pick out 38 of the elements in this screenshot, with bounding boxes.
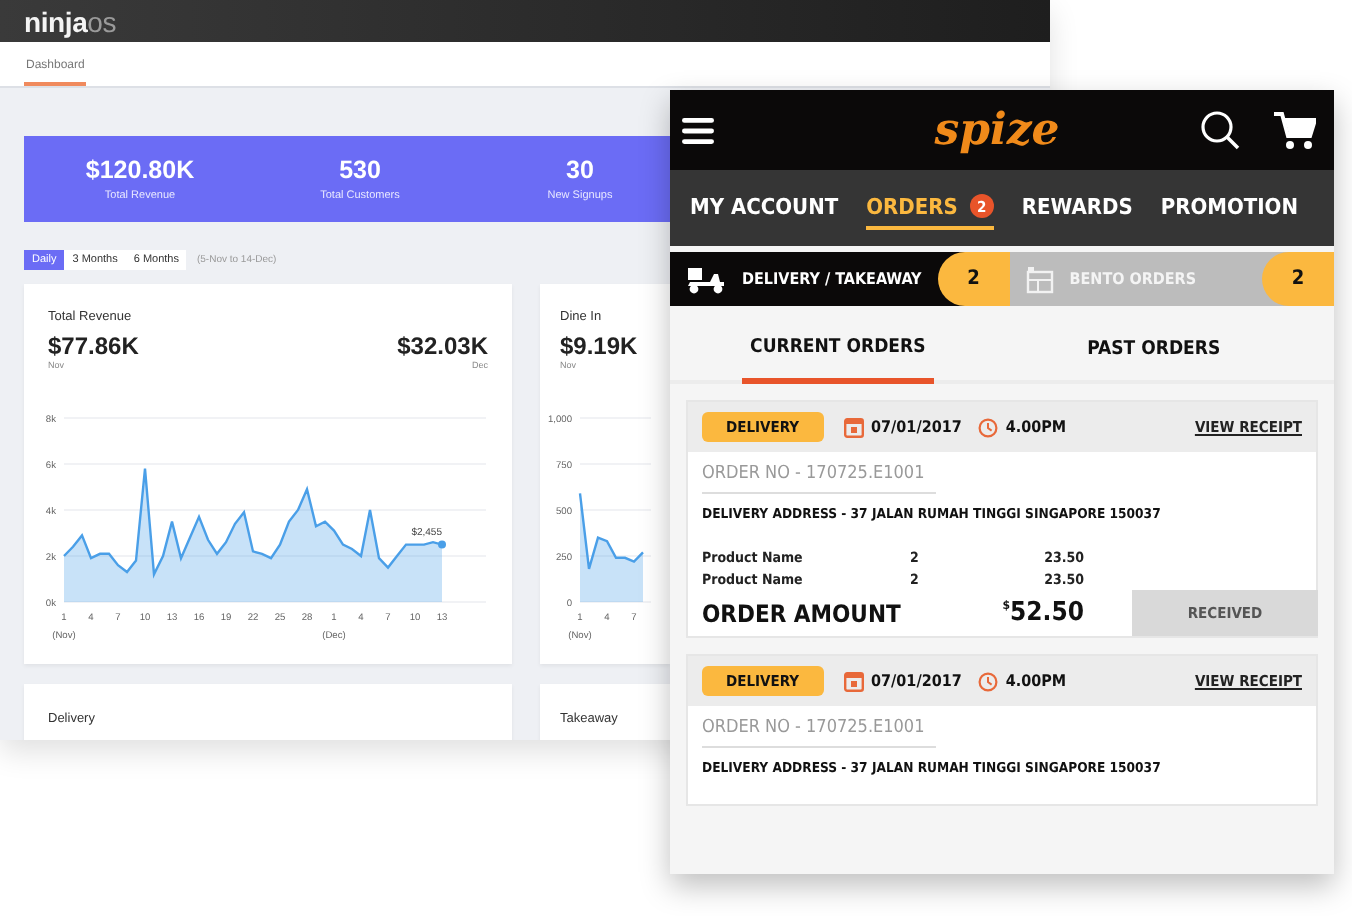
- stat-value: 530: [339, 156, 381, 185]
- order-amount: $^{$}$52.50: [1000, 598, 1084, 628]
- figure-value: $77.86K: [48, 332, 139, 361]
- app-logo: spize: [934, 104, 1060, 156]
- order-number: ORDER NO - 170725.E1001: [702, 718, 937, 748]
- order-type-label: DELIVERY / TAKEAWAY: [742, 270, 922, 288]
- calendar-icon: [843, 416, 864, 438]
- orders-tab[interactable]: PAST ORDERS: [989, 316, 1318, 380]
- figure-value: $9.19K: [560, 332, 638, 361]
- clock-icon: [977, 671, 998, 691]
- menu-icon[interactable]: [682, 117, 714, 143]
- clock-icon: [977, 417, 998, 437]
- nav-tab[interactable]: MY ACCOUNT: [690, 187, 839, 229]
- order-time: 4.00PM: [1005, 672, 1067, 690]
- order-count: 2: [1262, 252, 1334, 306]
- nav-tab[interactable]: PROMOTION: [1160, 187, 1298, 229]
- box-icon: [1025, 265, 1054, 293]
- order-type-label: BENTO ORDERS: [1069, 270, 1197, 288]
- order-time: 4.00PM: [1005, 418, 1067, 436]
- order-date: 07/01/2017: [871, 418, 962, 436]
- cart-icon[interactable]: [1274, 111, 1316, 149]
- orders-tab[interactable]: CURRENT ORDERS: [742, 316, 934, 384]
- order-number: ORDER NO - 170725.E1001: [702, 464, 937, 494]
- area-series: [578, 493, 644, 603]
- nav-tab[interactable]: REWARDS: [1021, 187, 1133, 229]
- order-date: 07/01/2017: [871, 672, 962, 690]
- stat-value: 30: [566, 156, 594, 185]
- figure-value: $32.03K: [397, 332, 488, 361]
- order-type-tab[interactable]: BENTO ORDERS 2: [1009, 252, 1334, 306]
- calendar-icon: [843, 670, 864, 692]
- data-point: [438, 540, 446, 549]
- search-icon[interactable]: [1200, 110, 1240, 150]
- scooter-icon: [686, 265, 726, 293]
- order-type-tab[interactable]: DELIVERY / TAKEAWAY 2: [670, 252, 1010, 306]
- order-count: 2: [937, 252, 1010, 306]
- order-amount-label: ORDER AMOUNT: [702, 599, 903, 627]
- stat-value: $120.80K: [85, 156, 195, 185]
- logo: ninjaos: [24, 5, 117, 38]
